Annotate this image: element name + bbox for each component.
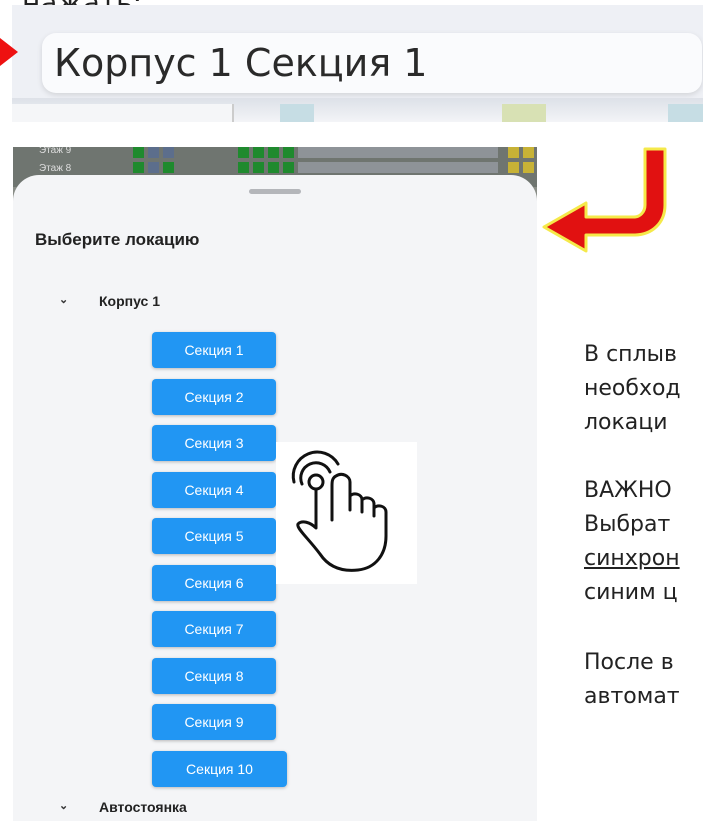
floor-cell: [253, 162, 264, 173]
sheet-title: Выберите локацию: [35, 230, 200, 249]
instruction-text: локаци: [584, 410, 668, 435]
floor-cell: [253, 147, 264, 158]
location-field[interactable]: Корпус 1 Секция 1: [42, 33, 702, 93]
chevron-down-icon[interactable]: ⌄: [59, 799, 68, 812]
floor-cell: [238, 162, 249, 173]
instruction-text-underlined: синхрон: [584, 546, 680, 571]
instruction-text: После в: [584, 650, 674, 675]
floor-cell: [163, 147, 174, 158]
group-label: Автостоянка: [99, 799, 187, 815]
floor-cell: [508, 162, 519, 173]
red-curved-arrow-icon: [542, 147, 667, 253]
section-button-3[interactable]: Секция 3: [152, 425, 276, 461]
floor-cell-row: [298, 162, 498, 173]
strip-cell: [280, 104, 314, 122]
instruction-text: В сплыв: [584, 342, 677, 367]
section-button-7[interactable]: Секция 7: [152, 611, 276, 647]
section-button-8[interactable]: Секция 8: [152, 658, 276, 694]
floor-label: Этаж 9: [39, 147, 72, 156]
floor-cell: [238, 147, 249, 158]
floor-cell: [283, 147, 294, 158]
strip-cell: [668, 104, 703, 122]
section-button-2[interactable]: Секция 2: [152, 379, 276, 415]
red-pointer-icon: [0, 38, 18, 66]
hand-tap-icon: [276, 442, 417, 584]
sheet-drag-handle[interactable]: [249, 189, 301, 194]
section-button-10[interactable]: Секция 10: [152, 751, 287, 787]
instruction-text: автомат: [584, 684, 680, 709]
phone-screenshot: Этаж 9 Этаж 8 Выберите локацию ⌄ Корпус …: [13, 147, 537, 821]
group-label: Корпус 1: [99, 293, 161, 309]
location-bar-screenshot: Корпус 1 Секция 1: [12, 5, 703, 98]
instruction-text: ВАЖНО: [584, 478, 672, 503]
location-bottom-sheet: Выберите локацию ⌄ Корпус 1 Секция 1 Сек…: [13, 175, 537, 821]
floor-cell: [508, 147, 519, 158]
floor-cell: [268, 162, 279, 173]
instruction-text: синим ц: [584, 580, 678, 605]
instruction-text: необход: [584, 376, 681, 401]
chevron-down-icon[interactable]: ⌄: [59, 293, 68, 306]
floor-cell: [133, 162, 144, 173]
section-button-6[interactable]: Секция 6: [152, 565, 276, 601]
section-button-1[interactable]: Секция 1: [152, 332, 276, 368]
floor-cell: [283, 162, 294, 173]
instruction-text: Выбрат: [584, 512, 671, 537]
strip-cell: [502, 104, 546, 122]
floor-cell: [148, 147, 159, 158]
section-button-9[interactable]: Секция 9: [152, 704, 276, 740]
section-button-5[interactable]: Секция 5: [152, 518, 276, 554]
floor-cell-row: [298, 147, 498, 158]
location-field-value: Корпус 1 Секция 1: [54, 41, 428, 85]
floor-label: Этаж 8: [39, 163, 72, 174]
floor-cell: [523, 162, 534, 173]
floor-cell: [523, 147, 534, 158]
floor-cell: [133, 147, 144, 158]
floor-strip-label-area: [12, 104, 234, 122]
floor-cell: [163, 162, 174, 173]
floor-cell: [268, 147, 279, 158]
section-button-4[interactable]: Секция 4: [152, 472, 276, 508]
floor-cell: [148, 162, 159, 173]
